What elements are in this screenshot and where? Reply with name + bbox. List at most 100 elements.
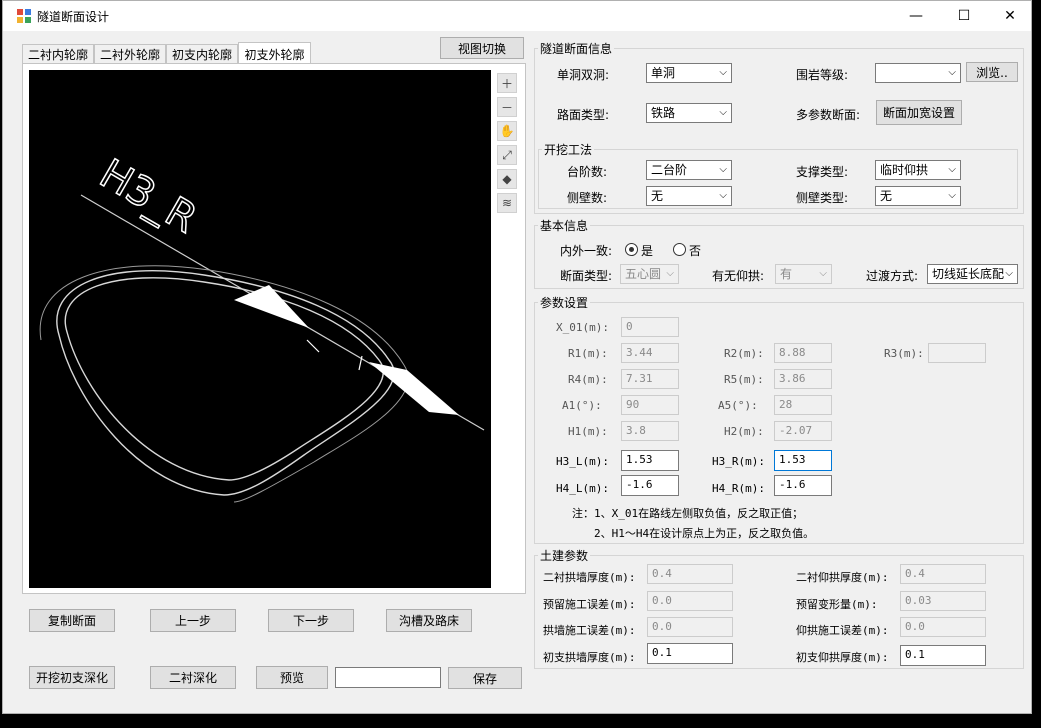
single-double-select[interactable]: 单洞 ⌵: [646, 63, 732, 83]
r3-label: R3(m):: [884, 347, 924, 360]
h1-field[interactable]: 3.8: [621, 421, 679, 441]
fit-view-icon[interactable]: ⤢: [497, 145, 517, 165]
chevron-down-icon: ⌵: [719, 190, 727, 201]
civil-title: 土建参数: [538, 547, 591, 564]
preview-input[interactable]: [335, 667, 441, 688]
road-type-select[interactable]: 铁路 ⌵: [646, 103, 732, 123]
r2-label: R2(m):: [724, 347, 764, 360]
r3-field[interactable]: [928, 343, 986, 363]
minimize-button[interactable]: —: [893, 1, 939, 31]
consistent-label: 内外一致:: [560, 244, 613, 258]
section-widen-button[interactable]: 断面加宽设置: [876, 100, 962, 125]
close-button[interactable]: ✕: [987, 1, 1033, 31]
r1-label: R1(m):: [568, 347, 608, 360]
h3r-field[interactable]: 1.53: [774, 450, 832, 471]
view-switch-button[interactable]: 视图切换: [440, 37, 524, 59]
save-button[interactable]: 保存: [448, 667, 522, 689]
support-arch-field[interactable]: 0.1: [647, 643, 733, 664]
invert-select[interactable]: 有 ⌵: [775, 264, 832, 284]
r4-field[interactable]: 7.31: [621, 369, 679, 389]
maximize-button[interactable]: ☐: [941, 1, 987, 31]
h2-field[interactable]: -2.07: [774, 421, 832, 441]
side-wall-type-label: 侧壁类型:: [796, 191, 849, 205]
h4l-field[interactable]: -1.6: [621, 475, 679, 496]
multi-param-label: 多参数断面:: [796, 108, 861, 122]
app-icon: [17, 9, 31, 23]
h3r-label: H3_R(m):: [712, 455, 765, 468]
next-step-button[interactable]: 下一步: [268, 609, 354, 632]
copy-section-button[interactable]: 复制断面: [29, 609, 115, 632]
h3l-label: H3_L(m):: [556, 455, 609, 468]
drawing-canvas[interactable]: H3_R: [29, 70, 491, 588]
layers-icon[interactable]: ≋: [497, 193, 517, 213]
h3l-field[interactable]: 1.53: [621, 450, 679, 471]
zoom-in-icon[interactable]: ＋: [497, 73, 517, 93]
tab-primary-outer[interactable]: 初支外轮廓: [238, 42, 311, 65]
h1-label: H1(m):: [568, 425, 608, 438]
support-invert-label: 初支仰拱厚度(m):: [796, 651, 889, 664]
steps-select[interactable]: 二台阶 ⌵: [646, 160, 732, 180]
tunnel-info-title: 隧道断面信息: [538, 40, 615, 57]
a5-label: A5(°):: [718, 399, 758, 412]
invert-thick-field[interactable]: 0.4: [900, 564, 986, 584]
arch-wall-thick-field[interactable]: 0.4: [647, 564, 733, 584]
section-label-h3r: H3_R: [92, 151, 204, 243]
rock-grade-select[interactable]: ⌵: [875, 63, 961, 83]
transition-value: 切线延长底配: [932, 267, 1005, 281]
road-type-label: 路面类型:: [557, 108, 610, 122]
invert-value: 有: [780, 267, 793, 281]
h4r-field[interactable]: -1.6: [774, 475, 832, 496]
transition-select[interactable]: 切线延长底配 ⌵: [927, 264, 1018, 284]
zoom-out-icon[interactable]: －: [497, 97, 517, 117]
r2-field[interactable]: 8.88: [774, 343, 832, 363]
section-type-label: 断面类型:: [560, 269, 613, 283]
tab-primary-inner[interactable]: 初支内轮廓: [166, 44, 238, 64]
reserved-error-field[interactable]: 0.0: [647, 591, 733, 611]
road-type-value: 铁路: [651, 106, 676, 120]
window-title: 隧道断面设计: [37, 10, 110, 24]
section-type-select[interactable]: 五心圆 ⌵: [620, 264, 679, 284]
side-wall-type-select[interactable]: 无 ⌵: [875, 186, 961, 206]
invert-error-field[interactable]: 0.0: [900, 617, 986, 637]
consistent-yes-label: 是: [641, 244, 654, 258]
pan-hand-icon[interactable]: ✋: [497, 121, 517, 141]
single-double-value: 单洞: [651, 66, 676, 80]
desktop-background: [1032, 0, 1041, 728]
excavation-title: 开挖工法: [542, 141, 595, 158]
chevron-down-icon: ⌵: [719, 107, 727, 118]
ditch-roadbed-button[interactable]: 沟槽及路床: [386, 609, 472, 632]
tab-secondary-inner[interactable]: 二衬内轮廓: [22, 44, 94, 64]
r5-label: R5(m):: [724, 373, 764, 386]
secondary-lining-button[interactable]: 二衬深化: [150, 666, 236, 689]
x01-field[interactable]: 0: [621, 317, 679, 337]
support-type-label: 支撑类型:: [796, 165, 849, 179]
r4-label: R4(m):: [568, 373, 608, 386]
a5-field[interactable]: 28: [774, 395, 832, 415]
side-wall-count-select[interactable]: 无 ⌵: [646, 186, 732, 206]
chevron-down-icon: ⌵: [948, 67, 956, 78]
x01-label: X_01(m):: [556, 321, 609, 334]
r1-field[interactable]: 3.44: [621, 343, 679, 363]
consistent-yes-radio[interactable]: [625, 243, 638, 256]
a1-field[interactable]: 90: [621, 395, 679, 415]
preview-button[interactable]: 预览: [256, 666, 328, 689]
rock-grade-label: 围岩等级:: [796, 68, 849, 82]
note-line-2: 2、H1～H4在设计原点上为正，反之取负值。: [594, 527, 815, 540]
prev-step-button[interactable]: 上一步: [150, 609, 236, 632]
r5-field[interactable]: 3.86: [774, 369, 832, 389]
reserved-deform-field[interactable]: 0.03: [900, 591, 986, 611]
side-wall-count-value: 无: [651, 189, 664, 203]
title-bar: 隧道断面设计 — ☐ ✕: [3, 1, 1031, 31]
browse-button[interactable]: 浏览..: [966, 62, 1018, 82]
tab-secondary-outer[interactable]: 二衬外轮廓: [94, 44, 166, 64]
support-invert-field[interactable]: 0.1: [900, 645, 986, 666]
excavation-support-button[interactable]: 开挖初支深化: [29, 666, 115, 689]
h2-label: H2(m):: [724, 425, 764, 438]
a1-label: A1(°):: [562, 399, 602, 412]
chevron-down-icon: ⌵: [948, 164, 956, 175]
3d-cube-icon[interactable]: ◆: [497, 169, 517, 189]
consistent-no-radio[interactable]: [673, 243, 686, 256]
arch-error-field[interactable]: 0.0: [647, 617, 733, 637]
support-type-select[interactable]: 临时仰拱 ⌵: [875, 160, 961, 180]
chevron-down-icon: ⌵: [719, 67, 727, 78]
